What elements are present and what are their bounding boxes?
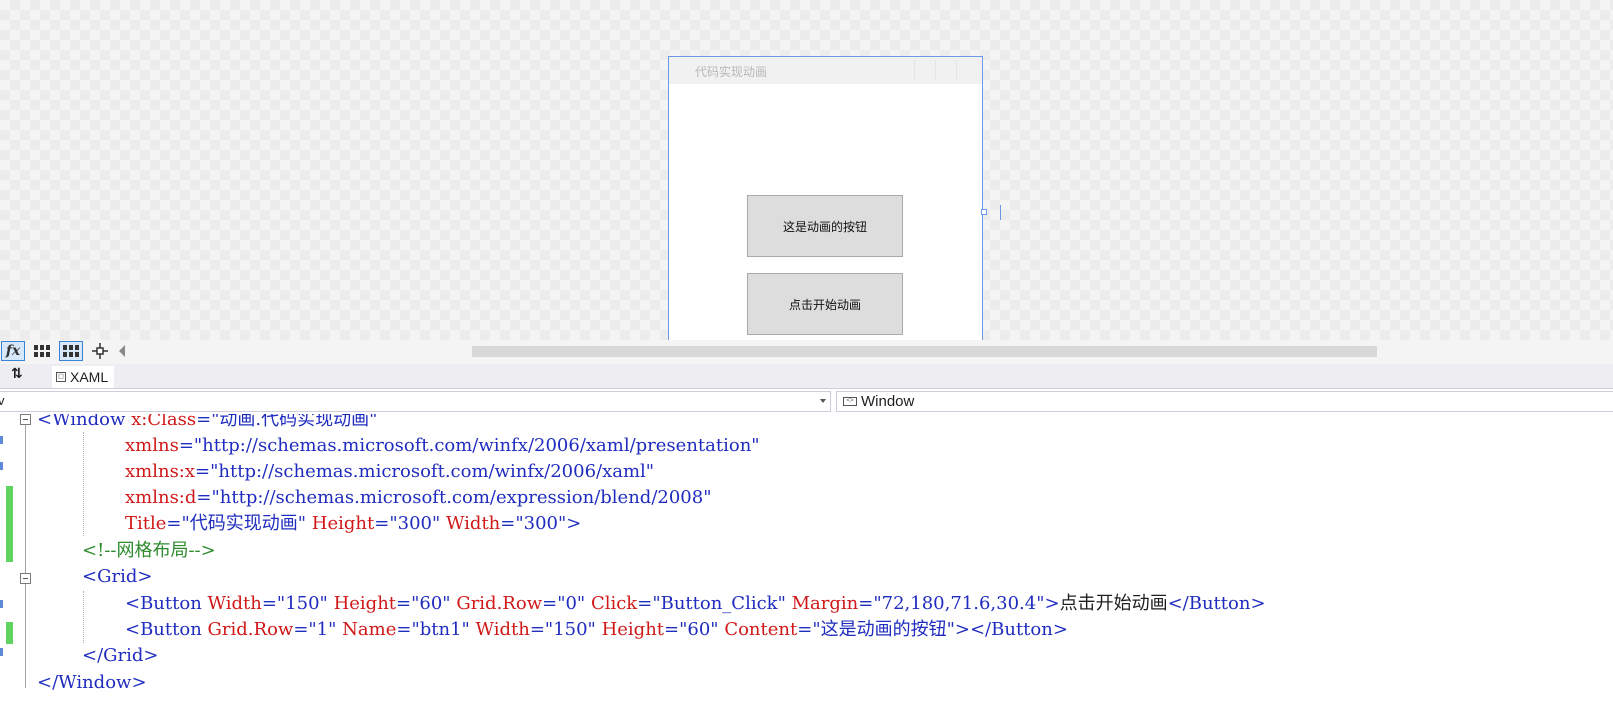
snap-grid-icon <box>63 345 79 357</box>
tab-xaml[interactable]: ◻ XAML <box>52 366 115 388</box>
close-icon <box>956 60 977 80</box>
navigation-bar: v <> Window <box>0 389 1613 415</box>
code-line-7: <Grid> <box>82 566 153 587</box>
code-line-4: xmlns:d="http://schemas.microsoft.com/ex… <box>125 487 712 508</box>
gutter-marker <box>0 648 3 656</box>
element-icon: <> <box>843 397 857 406</box>
tab-xaml-label: XAML <box>70 369 109 385</box>
indent-guide <box>83 432 84 536</box>
design-window-preview[interactable]: 代码实现动画 这是动画的按钮 点击开始动画 <box>668 56 983 340</box>
changed-lines-marker <box>6 622 13 644</box>
effects-toggle-button[interactable]: fx <box>1 341 25 361</box>
code-line-11: </Window> <box>37 672 147 693</box>
element-dropdown-value: Window <box>861 393 915 410</box>
window-title: 代码实现动画 <box>695 65 768 79</box>
view-tab-strip: ⇅ ◻ XAML <box>0 364 1613 389</box>
indent-guide <box>83 591 84 643</box>
gutter-marker <box>0 436 3 444</box>
changed-lines-marker <box>6 486 13 562</box>
gutter-marker <box>0 462 3 470</box>
fold-toggle[interactable] <box>20 573 31 584</box>
show-grid-button[interactable] <box>30 341 54 361</box>
gutter-marker <box>0 600 3 608</box>
adorner-guide-line <box>1000 205 1001 220</box>
horizontal-scrollbar[interactable] <box>472 346 1377 357</box>
xaml-code-editor[interactable]: <Window x:Class="动画.代码实现动画" xmlns="http:… <box>0 414 1613 715</box>
grid-icon <box>34 345 50 357</box>
fold-guide <box>25 584 26 688</box>
type-dropdown-value: v <box>0 393 5 408</box>
minimize-icon <box>914 60 935 80</box>
snapline-icon <box>92 343 108 359</box>
element-dropdown[interactable]: <> Window <box>836 391 1613 412</box>
snap-to-grid-button[interactable] <box>59 341 83 361</box>
animated-button-preview[interactable]: 这是动画的按钮 <box>747 195 903 257</box>
xaml-file-icon: ◻ <box>56 372 66 382</box>
code-line-3: xmlns:x="http://schemas.microsoft.com/wi… <box>125 461 655 482</box>
designer-toolbar: fx <box>0 340 1613 364</box>
chevron-down-icon[interactable] <box>820 399 826 403</box>
start-animation-button-preview[interactable]: 点击开始动画 <box>747 273 903 335</box>
code-line-8: <Button Width="150" Height="60" Grid.Row… <box>125 593 1266 614</box>
resize-handle[interactable] <box>981 209 987 215</box>
code-line-6: <!--网格布局--> <box>82 540 216 561</box>
fold-guide <box>25 425 26 573</box>
code-line-2: xmlns="http://schemas.microsoft.com/winf… <box>125 435 760 456</box>
code-line-9: <Button Grid.Row="1" Name="btn1" Width="… <box>125 619 1068 640</box>
fx-icon: fx <box>5 343 21 359</box>
fold-toggle[interactable] <box>20 414 31 425</box>
code-line-1: <Window x:Class="动画.代码实现动画" <box>37 414 378 430</box>
collapse-arrow-icon[interactable] <box>119 345 125 357</box>
code-line-5: Title="代码实现动画" Height="300" Width="300"> <box>125 513 582 534</box>
type-dropdown[interactable]: v <box>0 391 831 412</box>
swap-panes-icon[interactable]: ⇅ <box>11 366 23 382</box>
code-line-10: </Grid> <box>82 645 159 666</box>
design-surface[interactable]: 代码实现动画 这是动画的按钮 点击开始动画 <box>0 0 1613 340</box>
snap-to-snaplines-button[interactable] <box>88 341 112 361</box>
window-titlebar: 代码实现动画 <box>669 57 982 84</box>
maximize-icon <box>935 60 956 80</box>
